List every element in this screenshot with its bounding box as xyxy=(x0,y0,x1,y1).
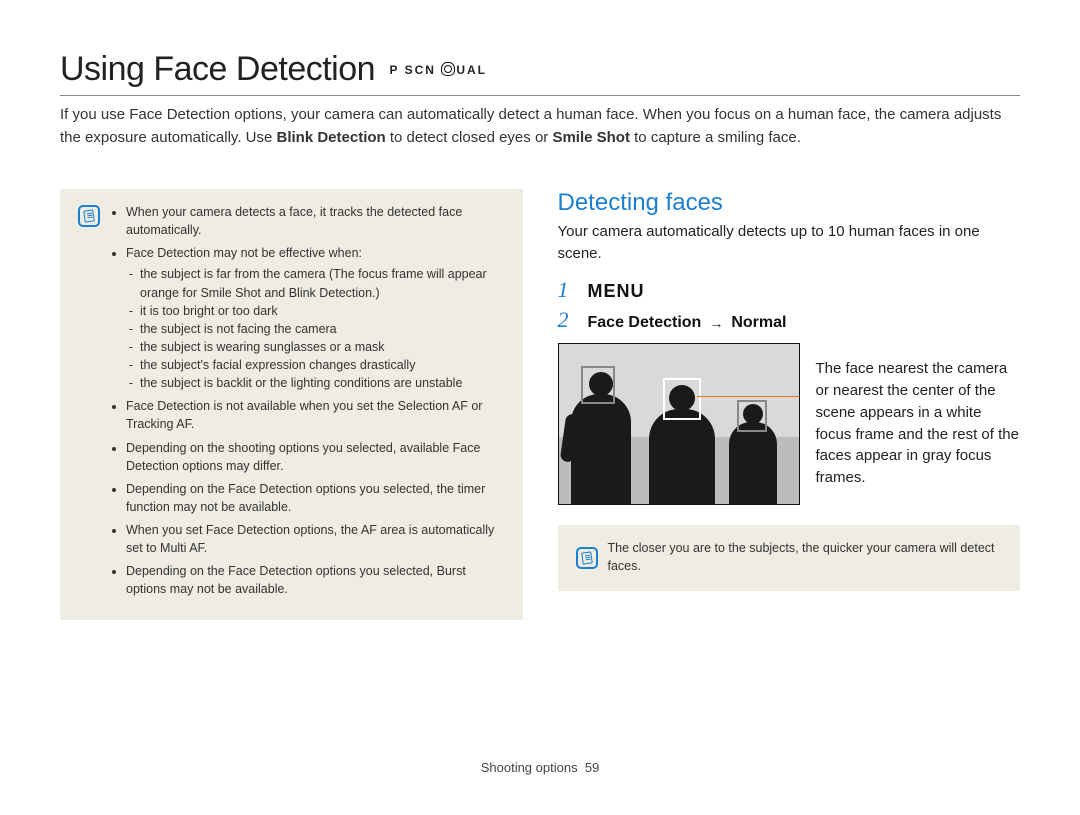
step-label: Face Detection xyxy=(588,314,702,332)
illustration-row: The face nearest the camera or nearest t… xyxy=(558,343,1021,505)
note-subitem: the subject is backlit or the lighting c… xyxy=(140,374,503,392)
silhouette xyxy=(729,422,777,504)
footer-page-number: 59 xyxy=(585,760,599,775)
note-subitem: the subject's facial expression changes … xyxy=(140,356,503,374)
menu-button-glyph: MENU xyxy=(588,281,645,302)
note-subitem: it is too bright or too dark xyxy=(140,302,503,320)
page-title: Using Face Detection xyxy=(60,50,375,89)
page-footer: Shooting options 59 xyxy=(60,760,1020,775)
note-item: Face Detection may not be effective when… xyxy=(126,244,503,392)
section-intro: Your camera automatically detects up to … xyxy=(558,221,1021,265)
tip-text: The closer you are to the subjects, the … xyxy=(608,539,1001,575)
right-column: Detecting faces Your camera automaticall… xyxy=(558,189,1021,620)
intro-paragraph: If you use Face Detection options, your … xyxy=(60,104,1020,149)
note-subitem: the subject is wearing sunglasses or a m… xyxy=(140,338,503,356)
content-columns: When your camera detects a face, it trac… xyxy=(60,189,1020,620)
note-item: Depending on the Face Detection options … xyxy=(126,562,503,598)
title-line: Using Face Detection P SCN UAL xyxy=(60,50,1020,96)
tip-box: The closer you are to the subjects, the … xyxy=(558,525,1021,591)
notes-content: When your camera detects a face, it trac… xyxy=(110,203,503,604)
mode-dual: UAL xyxy=(456,63,487,77)
step-2: 2 Face Detection → Normal xyxy=(558,307,1021,333)
section-heading: Detecting faces xyxy=(558,189,1021,217)
step-value: Normal xyxy=(731,314,786,332)
mode-p: P xyxy=(390,63,400,77)
illustration-caption: The face nearest the camera or nearest t… xyxy=(816,358,1021,489)
note-subitem: the subject is far from the camera (The … xyxy=(140,265,503,301)
note-item: Depending on the shooting options you se… xyxy=(126,439,503,475)
footer-section: Shooting options xyxy=(481,760,578,775)
dual-icon xyxy=(441,62,455,76)
face-detection-illustration xyxy=(558,343,800,505)
step-number: 2 xyxy=(558,307,576,333)
arrow-icon: → xyxy=(709,315,723,331)
left-column: When your camera detects a face, it trac… xyxy=(60,189,523,620)
silhouette xyxy=(571,394,631,504)
step-number: 1 xyxy=(558,277,576,303)
gray-focus-frame xyxy=(581,366,615,404)
steps: 1 MENU 2 Face Detection → Normal xyxy=(558,277,1021,333)
blink-detection-bold: Blink Detection xyxy=(277,129,386,146)
white-focus-frame xyxy=(663,378,701,420)
note-icon xyxy=(78,205,100,227)
manual-page: Using Face Detection P SCN UAL If you us… xyxy=(0,0,1080,805)
gray-focus-frame xyxy=(737,400,767,432)
callout-line xyxy=(697,396,800,397)
silhouette xyxy=(649,409,715,504)
note-subitem: the subject is not facing the camera xyxy=(140,320,503,338)
note-item: Depending on the Face Detection options … xyxy=(126,480,503,516)
mode-indicators: P SCN UAL xyxy=(390,62,488,77)
notes-box: When your camera detects a face, it trac… xyxy=(60,189,523,620)
smile-shot-bold: Smile Shot xyxy=(552,129,630,146)
note-item: Face Detection is not available when you… xyxy=(126,397,503,433)
mode-scn: SCN xyxy=(405,63,436,77)
step-1: 1 MENU xyxy=(558,277,1021,303)
note-icon xyxy=(576,547,598,569)
note-item: When you set Face Detection options, the… xyxy=(126,521,503,557)
note-item: When your camera detects a face, it trac… xyxy=(126,203,503,239)
